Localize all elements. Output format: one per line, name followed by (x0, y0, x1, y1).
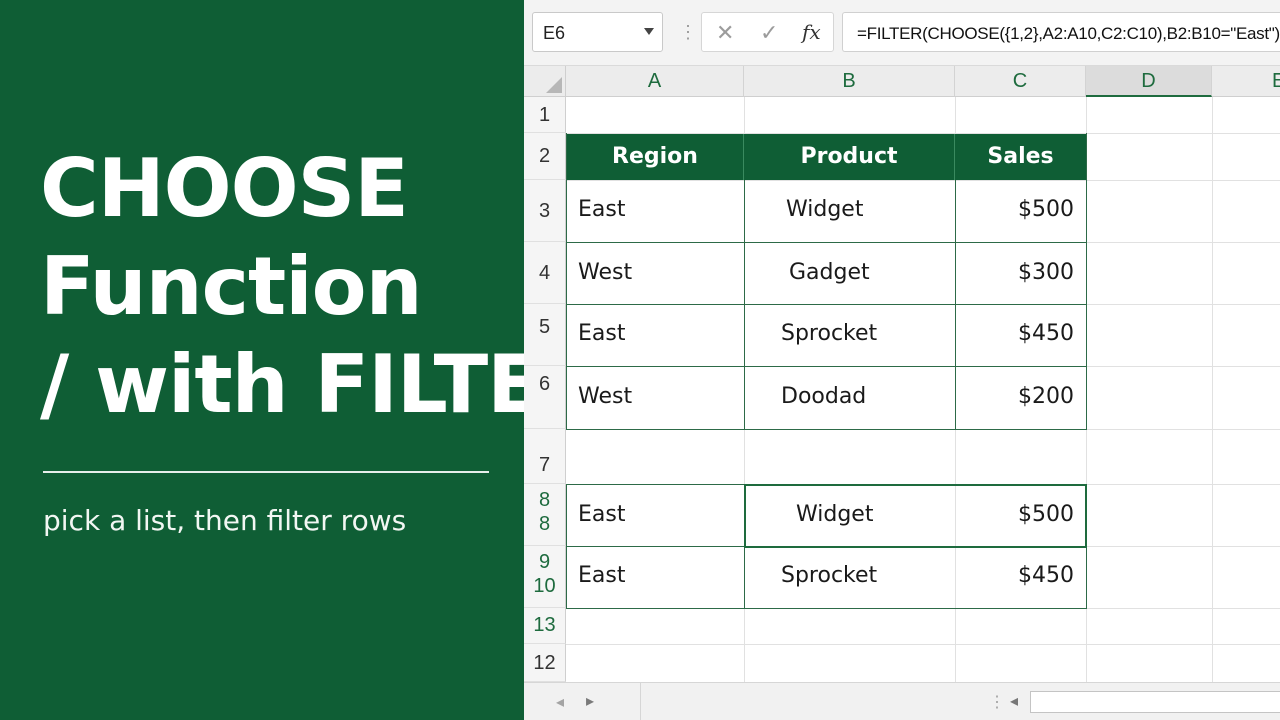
table-border (744, 180, 745, 430)
row-header-8[interactable]: 8 8 (524, 484, 566, 546)
row-header-7[interactable]: 7 (524, 429, 566, 484)
split-handle-icon[interactable]: ⋮ (989, 692, 1005, 712)
table-header-sales[interactable]: Sales (955, 134, 1086, 180)
table-border (566, 366, 1087, 367)
formula-bar: E6 ⋮ ✕ ✓ fx =FILTER(CHOOSE({1,2},A2:A10,… (524, 0, 1280, 66)
table-border (566, 429, 1087, 430)
row-number: 1 (538, 104, 551, 126)
sheet-tab-bar: ◂ ▸ ⋮ ◂ (524, 682, 1280, 720)
chevron-down-icon[interactable] (644, 28, 654, 35)
drag-handle-icon[interactable]: ⋮ (679, 22, 697, 42)
divider-line (43, 471, 489, 473)
gridline (566, 180, 1280, 181)
title-panel: CHOOSE Function / with FILTER pick a lis… (0, 0, 602, 720)
row-number: 8 (538, 513, 551, 535)
name-box[interactable]: E6 (532, 12, 663, 52)
row-header-13[interactable]: 13 (524, 608, 566, 644)
cell-c6[interactable]: $200 (955, 384, 1074, 409)
cell-b6[interactable]: Doodad (781, 384, 866, 409)
cell-a6[interactable]: West (578, 384, 632, 409)
name-box-value: E6 (543, 23, 566, 43)
table-border (566, 133, 567, 430)
check-icon[interactable]: ✓ (760, 20, 778, 46)
row-header-6[interactable]: 6 (524, 366, 566, 429)
column-header-b[interactable]: B (744, 66, 955, 97)
row-number: 3 (538, 200, 551, 222)
gridline (1212, 97, 1213, 682)
row-header-4[interactable]: 4 (524, 242, 566, 304)
cancel-icon[interactable]: ✕ (716, 20, 734, 46)
cell-b9[interactable]: Sprocket (781, 563, 877, 588)
row-header-9[interactable]: 9 10 (524, 546, 566, 608)
cell-b4[interactable]: Gadget (789, 260, 870, 285)
select-all-corner[interactable] (524, 66, 566, 97)
cell-c5[interactable]: $450 (955, 321, 1074, 346)
row-number: 2 (538, 145, 551, 167)
cell-grid: A B C D E 1 2 3 4 5 6 7 8 8 9 10 13 12 R… (524, 66, 1280, 682)
horizontal-scrollbar[interactable] (1030, 691, 1280, 713)
cell-b3[interactable]: Widget (786, 197, 863, 222)
cell-c9[interactable]: $450 (955, 563, 1074, 588)
hero-subtitle: pick a list, then filter rows (43, 504, 407, 537)
table-header-region[interactable]: Region (567, 134, 744, 180)
cell-a4[interactable]: West (578, 260, 632, 285)
row-header-1[interactable]: 1 (524, 97, 566, 133)
row-header-2[interactable]: 2 (524, 133, 566, 180)
cell-a3[interactable]: East (578, 197, 625, 222)
row-header-3[interactable]: 3 (524, 180, 566, 242)
column-header-a[interactable]: A (566, 66, 744, 97)
column-header-c[interactable]: C (955, 66, 1086, 97)
row-header-12[interactable]: 12 (524, 644, 566, 682)
cell-c4[interactable]: $300 (955, 260, 1074, 285)
hero-title-line-2: Function (40, 240, 423, 333)
cell-a8[interactable]: East (578, 502, 625, 527)
column-header-d[interactable]: D (1086, 66, 1212, 97)
row-number: 9 (538, 551, 551, 573)
row-number: 12 (533, 652, 556, 674)
row-number: 13 (533, 614, 556, 636)
hero-title-line-3: / with FILTER (40, 338, 602, 431)
scroll-left-icon[interactable]: ◂ (1010, 691, 1018, 711)
row-number: 10 (533, 575, 556, 597)
row-number: 7 (538, 454, 551, 476)
previous-sheet-icon[interactable]: ◂ (556, 692, 564, 712)
row-number: 6 (538, 373, 551, 395)
cell-c3[interactable]: $500 (955, 197, 1074, 222)
table-border (566, 242, 1087, 243)
row-number: 8 (538, 489, 551, 511)
hero-title: CHOOSE Function / with FILTER (40, 140, 602, 434)
cell-b8[interactable]: Widget (796, 502, 873, 527)
cell-a9[interactable]: East (578, 563, 625, 588)
next-sheet-icon[interactable]: ▸ (586, 691, 594, 711)
insert-function-icon[interactable]: fx (802, 20, 821, 44)
spreadsheet: E6 ⋮ ✕ ✓ fx =FILTER(CHOOSE({1,2},A2:A10,… (524, 0, 1280, 720)
row-header-5[interactable]: 5 (524, 304, 566, 366)
result-border (566, 608, 1087, 609)
formula-buttons: ✕ ✓ fx (701, 12, 834, 52)
cell-b5[interactable]: Sprocket (781, 321, 877, 346)
select-all-triangle-icon (546, 77, 562, 93)
cell-c8[interactable]: $500 (955, 502, 1074, 527)
formula-text: =FILTER(CHOOSE({1,2},A2:A10,C2:C10),B2:B… (857, 24, 1280, 43)
table-border (566, 304, 1087, 305)
cell-a5[interactable]: East (578, 321, 625, 346)
bar-divider (640, 683, 641, 720)
formula-input[interactable]: =FILTER(CHOOSE({1,2},A2:A10,C2:C10),B2:B… (842, 12, 1280, 52)
hero-title-line-1: CHOOSE (40, 142, 409, 235)
row-number: 5 (538, 316, 551, 338)
column-header-e[interactable]: E (1212, 66, 1280, 97)
gridline (566, 644, 1280, 645)
table-border (1086, 133, 1087, 430)
table-header-product[interactable]: Product (744, 134, 955, 180)
row-number: 4 (538, 262, 551, 284)
